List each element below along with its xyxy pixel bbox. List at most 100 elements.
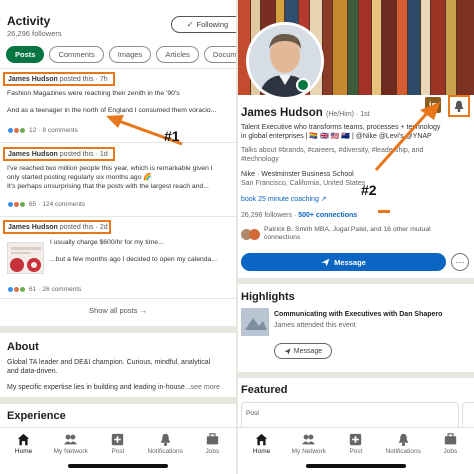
highlight-message-button[interactable]: Message [274,343,332,359]
message-label: Message [334,257,366,267]
chip-articles[interactable]: Articles [156,46,199,63]
about-heading: About [7,341,39,353]
chip-images[interactable]: Images [108,46,152,63]
following-button[interactable]: ✓ Following [171,16,236,33]
about-text: My specific expertise lies in building a… [7,384,185,391]
reaction-count: 65 [29,201,37,208]
profile-screen: in James Hudson (He/Him) · 1st Talent Ex… [238,0,474,474]
briefcase-icon [444,433,457,445]
post-meta-highlight: James Hudson posted this · 1d [3,147,115,161]
send-icon [321,258,330,266]
post-action: posted this [59,223,94,231]
post-author: James Hudson [8,223,58,231]
celebrate-reaction-icon [19,201,26,208]
post-thumbnail[interactable] [7,242,44,274]
chip-posts[interactable]: Posts [6,46,45,63]
comment-count: 8 comments [42,127,78,134]
notification-bell-button[interactable] [448,95,470,117]
nav-post-label: Post [111,448,125,455]
profile-avatar[interactable] [246,22,324,100]
post-reactions[interactable]: 61 · 26 comments [7,286,81,293]
show-all-posts-link[interactable]: Show all posts → [0,306,236,315]
divider [0,68,236,69]
bell-icon [160,433,171,446]
nav-my-network[interactable]: My Network [287,433,331,455]
featured-post-label: Post [246,410,260,417]
more-options-button[interactable]: ··· [451,253,469,271]
post-reactions[interactable]: 65 · 124 comments [7,201,85,208]
home-indicator [68,464,168,468]
nav-post[interactable]: Post [334,433,378,455]
nav-notifications-label: Notifications [385,448,421,455]
post-reactions[interactable]: 12 · 8 comments [7,127,78,134]
divider [0,216,236,217]
booking-link[interactable]: book 25 minute coaching ↗ [241,195,327,204]
experience-heading: Experience [7,410,66,422]
post-time: 7h [99,75,108,83]
bell-icon [398,433,409,446]
section-gap [0,397,236,404]
post-meta-highlight: James Hudson posted this · 7h [3,72,115,86]
activity-header: Activity 26,296 followers [7,14,62,38]
nav-jobs-label: Jobs [443,448,458,455]
highlights-heading: Highlights [241,291,295,303]
message-button[interactable]: Message [241,253,446,271]
chip-documents[interactable]: Document [203,46,236,63]
nav-home[interactable]: Home [240,433,284,455]
profile-name: James Hudson (He/Him) · 1st [241,107,370,119]
post-meta-highlight: James Hudson posted this · 2d [3,220,111,234]
post-time: 2d [99,223,108,231]
nav-post-label: Post [349,448,363,455]
connections-count[interactable]: 500+ connections [298,212,357,219]
nav-notifications[interactable]: Notifications [381,433,425,455]
section-gap [238,278,474,284]
celebrate-reaction-icon [19,127,26,134]
see-more-link[interactable]: ...see more [185,384,220,391]
network-icon [302,434,316,445]
nav-home[interactable]: Home [2,433,46,455]
briefcase-icon [206,433,219,445]
nav-network-label: My Network [53,448,88,455]
education-line: Nike · Westminster Business School [241,171,354,178]
nav-notifications[interactable]: Notifications [143,433,187,455]
event-thumbnail[interactable] [241,308,269,336]
mutual-avatar [249,228,260,240]
talks-about-line: #technology [241,156,279,163]
comment-count: 124 comments [42,201,86,208]
celebrate-reaction-icon [19,286,26,293]
post-action: posted this [59,75,94,83]
post-text-line: Fashion Magazines were reaching their ze… [7,90,180,97]
section-gap [0,326,236,333]
post-icon [112,433,124,446]
nav-jobs-label: Jobs [205,448,220,455]
annotation-arrow [374,102,440,172]
nav-post[interactable]: Post [96,433,140,455]
followers-count[interactable]: 26,296 followers [241,212,292,219]
event-title[interactable]: Communicating with Executives with Dan S… [274,311,442,318]
home-icon [17,433,30,446]
following-label: Following [196,20,229,29]
nav-my-network[interactable]: My Network [49,433,93,455]
activity-title: Activity [7,14,51,28]
nav-home-label: Home [14,448,33,455]
reaction-count: 61 [29,286,37,293]
nav-notifications-label: Notifications [147,448,183,455]
about-text-line: Global TA leader and DE&I champion. Curi… [7,359,211,366]
online-status-dot [296,78,310,92]
nav-jobs[interactable]: Jobs [190,433,234,455]
chip-comments[interactable]: Comments [49,46,104,63]
activity-followers: 26,296 followers [7,29,62,38]
nav-home-label: Home [252,448,271,455]
nav-jobs[interactable]: Jobs [428,433,472,455]
mutual-connections[interactable]: Patrick B. Smith MBA, Jugal Patel, and 1… [241,226,431,242]
check-icon: ✓ [186,20,194,29]
location-line: San Francisco, California, United States [241,180,366,187]
divider [0,298,236,299]
mutual-text: connections [264,234,301,241]
reaction-count: 12 [29,127,37,134]
post-action: posted this [59,150,94,158]
comment-count: 26 comments [42,286,82,293]
nav-network-label: My Network [291,448,326,455]
post-text-line: I've reached two million people this yea… [7,165,213,172]
post-author: James Hudson [8,75,58,83]
